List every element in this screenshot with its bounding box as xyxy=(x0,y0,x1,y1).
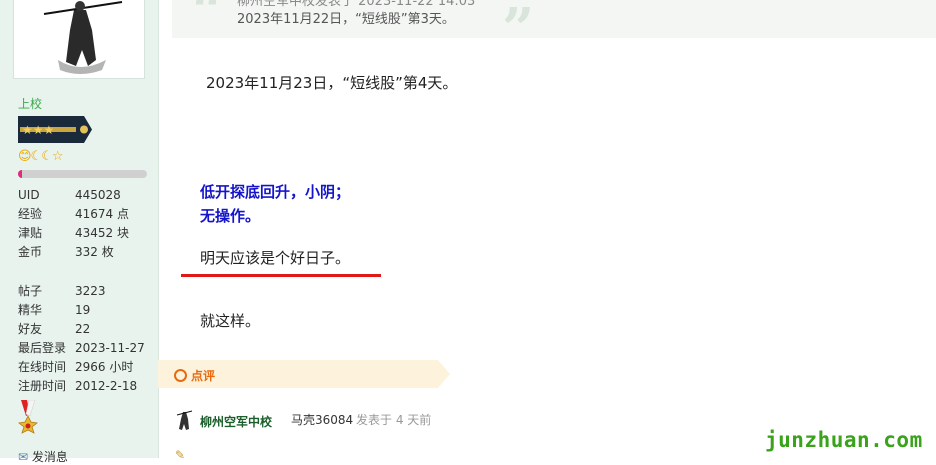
level-medals-icon: 😊☾☾☆ xyxy=(18,149,64,164)
stat-value[interactable]: 22 xyxy=(75,322,90,336)
post-line: 2023年11月23日，“短线股”第4天。 xyxy=(206,74,458,92)
open-quote-icon: “ xyxy=(192,0,225,44)
post-line: 明天应该是个好日子。 xyxy=(200,249,351,267)
close-quote-icon: ” xyxy=(502,0,535,62)
comment-avatar[interactable] xyxy=(175,409,193,431)
stat-key: 最后登录 xyxy=(18,341,67,355)
author-sidebar: 上校 ★★★ 😊☾☾☆ UID 445028 经验 41674 点 津贴 43452 … xyxy=(0,0,159,464)
message-icon: ✉ xyxy=(18,450,29,464)
stat-value[interactable]: 19 xyxy=(75,303,90,317)
avatar[interactable] xyxy=(13,0,145,79)
stat-register-time: 注册时间 2012-2-18 xyxy=(18,377,137,395)
stat-key: 经验 xyxy=(18,207,43,221)
post-highlight-line: 无操作。 xyxy=(200,207,261,225)
svg-text:★★★: ★★★ xyxy=(22,123,54,137)
pencil-icon[interactable]: ✎ xyxy=(175,448,185,462)
post-highlight: 低开探底回升，小阴； 无操作。 xyxy=(200,180,350,228)
comment-text: 马壳36084 xyxy=(291,413,354,427)
rating-circle-icon xyxy=(174,369,187,382)
stat-allowance: 津贴 43452 块 xyxy=(18,224,129,242)
stat-uid: UID 445028 xyxy=(18,186,121,204)
stat-experience: 经验 41674 点 xyxy=(18,205,129,223)
stat-key: UID xyxy=(18,188,40,202)
stat-online-time: 在线时间 2966 小时 xyxy=(18,358,133,376)
stat-digest: 精华 19 xyxy=(18,301,90,319)
stat-key: 在线时间 xyxy=(18,360,67,374)
stat-coins: 金币 332 枚 xyxy=(18,243,114,261)
send-message-link[interactable]: ✉ 发消息 xyxy=(18,448,68,465)
stat-friends: 好友 22 xyxy=(18,320,90,338)
red-underline xyxy=(181,274,381,277)
site-watermark: junzhuan.com xyxy=(765,428,923,452)
stat-value: 332 枚 xyxy=(75,245,114,259)
stat-key: 好友 xyxy=(18,322,43,336)
rating-label: 点评 xyxy=(191,369,216,383)
send-message-label: 发消息 xyxy=(31,450,68,464)
stat-last-login: 最后登录 2023-11-27 xyxy=(18,339,145,357)
stat-posts: 帖子 3223 xyxy=(18,282,106,300)
stat-key: 注册时间 xyxy=(18,379,67,393)
stat-key: 津贴 xyxy=(18,226,43,240)
post-line: 就这样。 xyxy=(200,312,261,330)
medal-icon[interactable] xyxy=(18,399,38,438)
rank-title[interactable]: 上校 xyxy=(18,95,42,112)
experience-progress-bar xyxy=(18,170,147,178)
stat-value: 41674 点 xyxy=(75,207,129,221)
post-highlight-line: 低开探底回升，小阴； xyxy=(200,183,351,201)
stat-value: 2966 小时 xyxy=(75,360,134,374)
rating-header: 点评 xyxy=(174,367,215,384)
stat-key: 帖子 xyxy=(18,284,43,298)
comment-time: 发表于 4 天前 xyxy=(356,413,432,427)
stat-value: 2012-2-18 xyxy=(75,379,138,393)
stat-key: 金币 xyxy=(18,245,43,259)
stat-value: 2023-11-27 xyxy=(75,341,145,355)
stat-value[interactable]: 3223 xyxy=(75,284,106,298)
stat-value: 43452 块 xyxy=(75,226,129,240)
quote-block: “ 柳州空军中校发表于 2023-11-22 14:03 2023年11月22日… xyxy=(172,0,936,62)
rank-badge-icon: ★★★ xyxy=(18,116,92,143)
comment-username[interactable]: 柳州空军中校 xyxy=(200,413,272,430)
stat-key: 精华 xyxy=(18,303,43,317)
stat-value[interactable]: 445028 xyxy=(75,188,121,202)
quote-text: 2023年11月22日，“短线股”第3天。 xyxy=(237,12,455,27)
experience-progress-fill xyxy=(18,170,22,178)
